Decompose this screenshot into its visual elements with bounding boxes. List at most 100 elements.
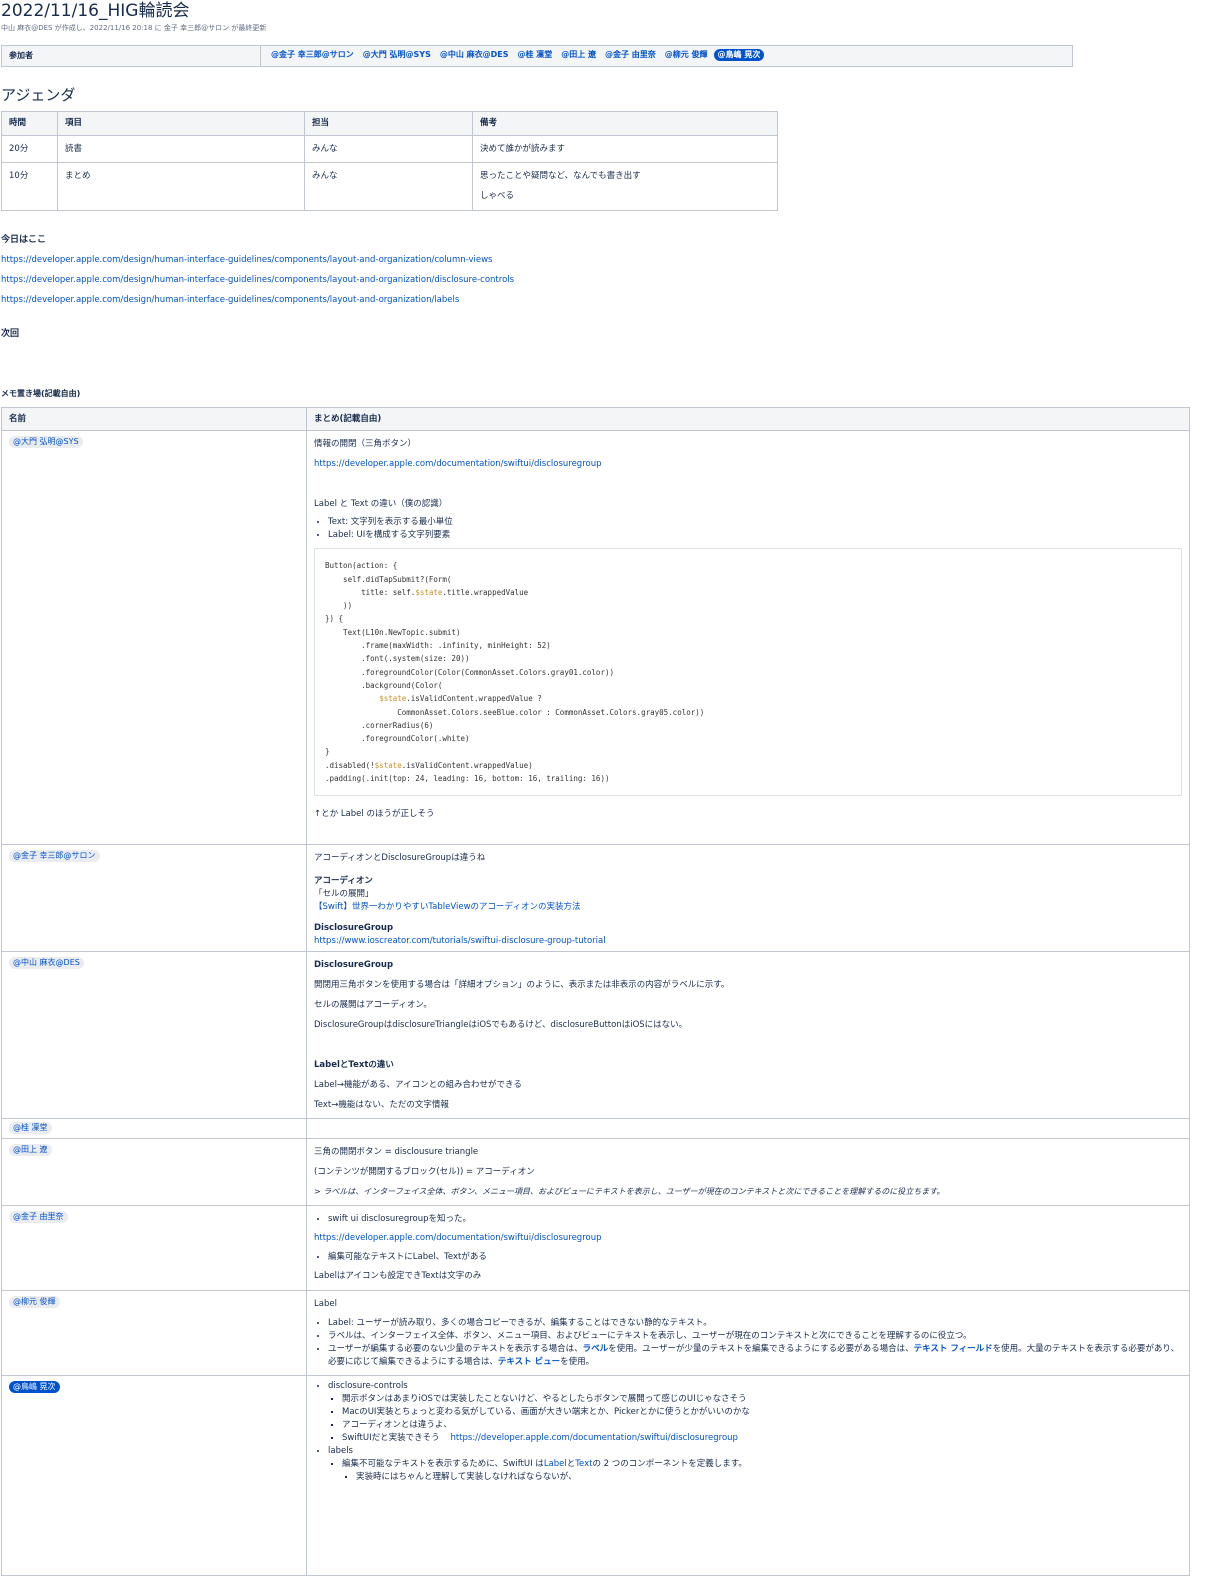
agenda-header: 時間 — [2, 112, 58, 136]
memo-text: (コンテンツが開閉するブロック(セル)) = アコーディオン — [314, 1162, 1182, 1182]
memo-content-cell: 情報の開閉（三角ボタン） https://developer.apple.com… — [307, 431, 1190, 845]
page-title: 2022/11/16_HIG輪読会 — [1, 0, 1209, 22]
mention[interactable]: @柳元 俊輝 — [662, 49, 711, 61]
list-item: labels — [328, 1445, 1182, 1458]
memo-text: Text→機能はない、ただの文字情報 — [314, 1095, 1182, 1115]
memo-table: 名前 まとめ(記載自由) @大門 弘明@SYS 情報の開閉（三角ボタン） htt… — [1, 407, 1190, 1576]
memo-content-cell: swift ui disclosuregroupを知った。 https://de… — [307, 1206, 1190, 1291]
list-item: 実装時にはちゃんと理解して実装しなければならないが、 — [356, 1471, 1182, 1484]
memo-name-cell: @田上 遼 — [2, 1139, 307, 1206]
memo-text: 三角の開閉ボタン = disclousure triangle — [314, 1142, 1182, 1162]
today-heading: 今日はここ — [1, 233, 1209, 247]
mention[interactable]: @金子 幸三郎@サロン — [268, 49, 357, 61]
hig-link-disclosure-controls[interactable]: https://developer.apple.com/design/human… — [1, 275, 514, 285]
table-row: @大門 弘明@SYS 情報の開閉（三角ボタン） https://develope… — [2, 431, 1190, 845]
page-byline: 中山 麻衣@DES が作成し、2022/11/16 20:18 に 金子 幸三郎… — [1, 23, 1209, 33]
mention-self[interactable]: @鳥嶋 晃次 — [714, 49, 765, 61]
memo-link[interactable]: https://developer.apple.com/documentatio… — [314, 1233, 602, 1243]
mention[interactable]: @桂 凜堂 — [9, 1122, 52, 1134]
memo-text: 「セルの展開」 — [314, 888, 1182, 901]
list-item: アコーディオンとは違うよ、 — [342, 1419, 1182, 1432]
memo-link[interactable]: https://www.ioscreator.com/tutorials/swi… — [314, 936, 606, 946]
mention-self[interactable]: @鳥嶋 晃次 — [9, 1381, 60, 1393]
list-item: disclosure-controls — [328, 1380, 1182, 1393]
hig-link-column-views[interactable]: https://developer.apple.com/design/human… — [1, 255, 492, 265]
agenda-cell: 読書 — [58, 135, 305, 162]
memo-text: Label — [314, 1294, 1182, 1314]
agenda-cell: みんな — [305, 135, 473, 162]
participants-label: 参加者 — [2, 46, 261, 67]
agenda-header: 備考 — [473, 112, 778, 136]
mention[interactable]: @大門 弘明@SYS — [360, 49, 434, 61]
page: 2022/11/16_HIG輪読会 中山 麻衣@DES が作成し、2022/11… — [0, 0, 1209, 1523]
memo-header: 名前 — [2, 407, 307, 431]
memo-name-cell: @金子 幸三郎@サロン — [2, 845, 307, 952]
list-item: 開示ボタンはあまりiOSでは実装したことないけど、やるとしたらボタンで展開って感… — [342, 1393, 1182, 1406]
table-row: @金子 由里奈 swift ui disclosuregroupを知った。 ht… — [2, 1206, 1190, 1291]
memo-link[interactable]: https://developer.apple.com/documentatio… — [314, 459, 602, 469]
memo-text: Label と Text の違い（僕の認識） — [314, 494, 1182, 514]
agenda-note: 思ったことや疑問など、なんでも書き出す — [480, 170, 770, 183]
table-row: 20分 読書 みんな 決めて誰かが読みます — [2, 135, 778, 162]
table-row: @桂 凜堂 — [2, 1119, 1190, 1139]
memo-text: Label→機能がある、アイコンとの組み合わせができる — [314, 1075, 1182, 1095]
memo-text: アコーディオンとDisclosureGroupは違うね — [314, 848, 1182, 868]
mention[interactable]: @金子 幸三郎@サロン — [9, 850, 100, 862]
memo-content-cell: disclosure-controls 開示ボタンはあまりiOSでは実装したこと… — [307, 1376, 1190, 1576]
list-item: Label: ユーザーが読み取り、多くの場合コピーできるが、編集することはできな… — [328, 1317, 1182, 1330]
memo-content-cell: アコーディオンとDisclosureGroupは違うね アコーディオン 「セルの… — [307, 845, 1190, 952]
memo-name-cell: @中山 麻衣@DES — [2, 952, 307, 1119]
mention[interactable]: @中山 麻衣@DES — [437, 49, 512, 61]
list-item: ラベルは、インターフェイス全体、ボタン、メニュー項目、およびビューにテキストを表… — [328, 1330, 1182, 1343]
memo-heading: メモ置き場(記載自由) — [1, 387, 1209, 401]
table-row: 10分 まとめ みんな 思ったことや疑問など、なんでも書き出す しゃべる — [2, 162, 778, 210]
mention[interactable]: @桂 凜堂 — [514, 49, 555, 61]
memo-link[interactable]: Label — [544, 1459, 567, 1469]
agenda-cell: 決めて誰かが読みます — [473, 135, 778, 162]
list-item: MacのUI実装とちょっと変わる気がしている、画面が大きい端末とか、Picker… — [342, 1406, 1182, 1419]
agenda-header: 担当 — [305, 112, 473, 136]
mention[interactable]: @柳元 俊輝 — [9, 1296, 60, 1308]
mention[interactable]: @田上 遼 — [9, 1144, 52, 1156]
agenda-cell: 10分 — [2, 162, 58, 210]
agenda-cell: まとめ — [58, 162, 305, 210]
mention[interactable]: @金子 由里奈 — [9, 1211, 68, 1223]
memo-text: ↑とか Label のほうが正しそう — [314, 804, 1182, 824]
memo-link[interactable]: Text — [575, 1459, 592, 1469]
memo-link[interactable]: https://developer.apple.com/documentatio… — [450, 1433, 738, 1443]
agenda-header: 項目 — [58, 112, 305, 136]
table-row: @金子 幸三郎@サロン アコーディオンとDisclosureGroupは違うね … — [2, 845, 1190, 952]
memo-content-cell: 三角の開閉ボタン = disclousure triangle (コンテンツが開… — [307, 1139, 1190, 1206]
participants-table: 参加者 @金子 幸三郎@サロン @大門 弘明@SYS @中山 麻衣@DES @桂… — [1, 45, 1073, 67]
memo-header: まとめ(記載自由) — [307, 407, 1190, 431]
memo-name-cell: @金子 由里奈 — [2, 1206, 307, 1291]
mention[interactable]: @田上 遼 — [558, 49, 599, 61]
next-heading: 次回 — [1, 327, 1209, 341]
agenda-table: 時間 項目 担当 備考 20分 読書 みんな 決めて誰かが読みます 10分 まと… — [1, 111, 778, 211]
memo-name-cell: @大門 弘明@SYS — [2, 431, 307, 845]
memo-subheading: DisclosureGroup — [314, 955, 1182, 975]
memo-text: 開閉用三角ボタンを使用する場合は「詳細オプション」のように、表示または非表示の内… — [314, 975, 1182, 995]
code-block: Button(action: { self.didTapSubmit?(Form… — [314, 548, 1182, 796]
list-item: 編集可能なテキストにLabel、Textがある — [328, 1248, 1182, 1266]
memo-content-cell: Label Label: ユーザーが読み取り、多くの場合コピーできるが、編集する… — [307, 1291, 1190, 1376]
list-item: Label: UIを構成する文字列要素 — [328, 529, 1182, 542]
memo-link[interactable]: 【Swift】世界一わかりやすいTableViewのアコーディオンの実装方法 — [314, 902, 580, 912]
memo-text: DisclosureGroupはdisclosureTriangleはiOSでも… — [314, 1015, 1182, 1035]
table-row: @中山 麻衣@DES DisclosureGroup 開閉用三角ボタンを使用する… — [2, 952, 1190, 1119]
participants-mentions: @金子 幸三郎@サロン @大門 弘明@SYS @中山 麻衣@DES @桂 凜堂 … — [261, 46, 1073, 67]
memo-subheading: アコーディオン — [314, 874, 1182, 888]
memo-content-cell: DisclosureGroup 開閉用三角ボタンを使用する場合は「詳細オプション… — [307, 952, 1190, 1119]
mention[interactable]: @大門 弘明@SYS — [9, 436, 83, 448]
memo-name-cell: @桂 凜堂 — [2, 1119, 307, 1139]
list-item: ユーザーが編集する必要のない少量のテキストを表示する場合は、ラベルを使用。ユーザ… — [328, 1343, 1182, 1369]
memo-content-cell — [307, 1119, 1190, 1139]
memo-name-cell: @鳥嶋 晃次 — [2, 1376, 307, 1576]
list-item: Text: 文字列を表示する最小単位 — [328, 516, 1182, 529]
mention[interactable]: @中山 麻衣@DES — [9, 957, 84, 969]
table-row: @柳元 俊輝 Label Label: ユーザーが読み取り、多くの場合コピーでき… — [2, 1291, 1190, 1376]
agenda-heading: アジェンダ — [1, 85, 1209, 105]
hig-link-labels[interactable]: https://developer.apple.com/design/human… — [1, 295, 459, 305]
memo-name-cell: @柳元 俊輝 — [2, 1291, 307, 1376]
mention[interactable]: @金子 由里奈 — [602, 49, 659, 61]
